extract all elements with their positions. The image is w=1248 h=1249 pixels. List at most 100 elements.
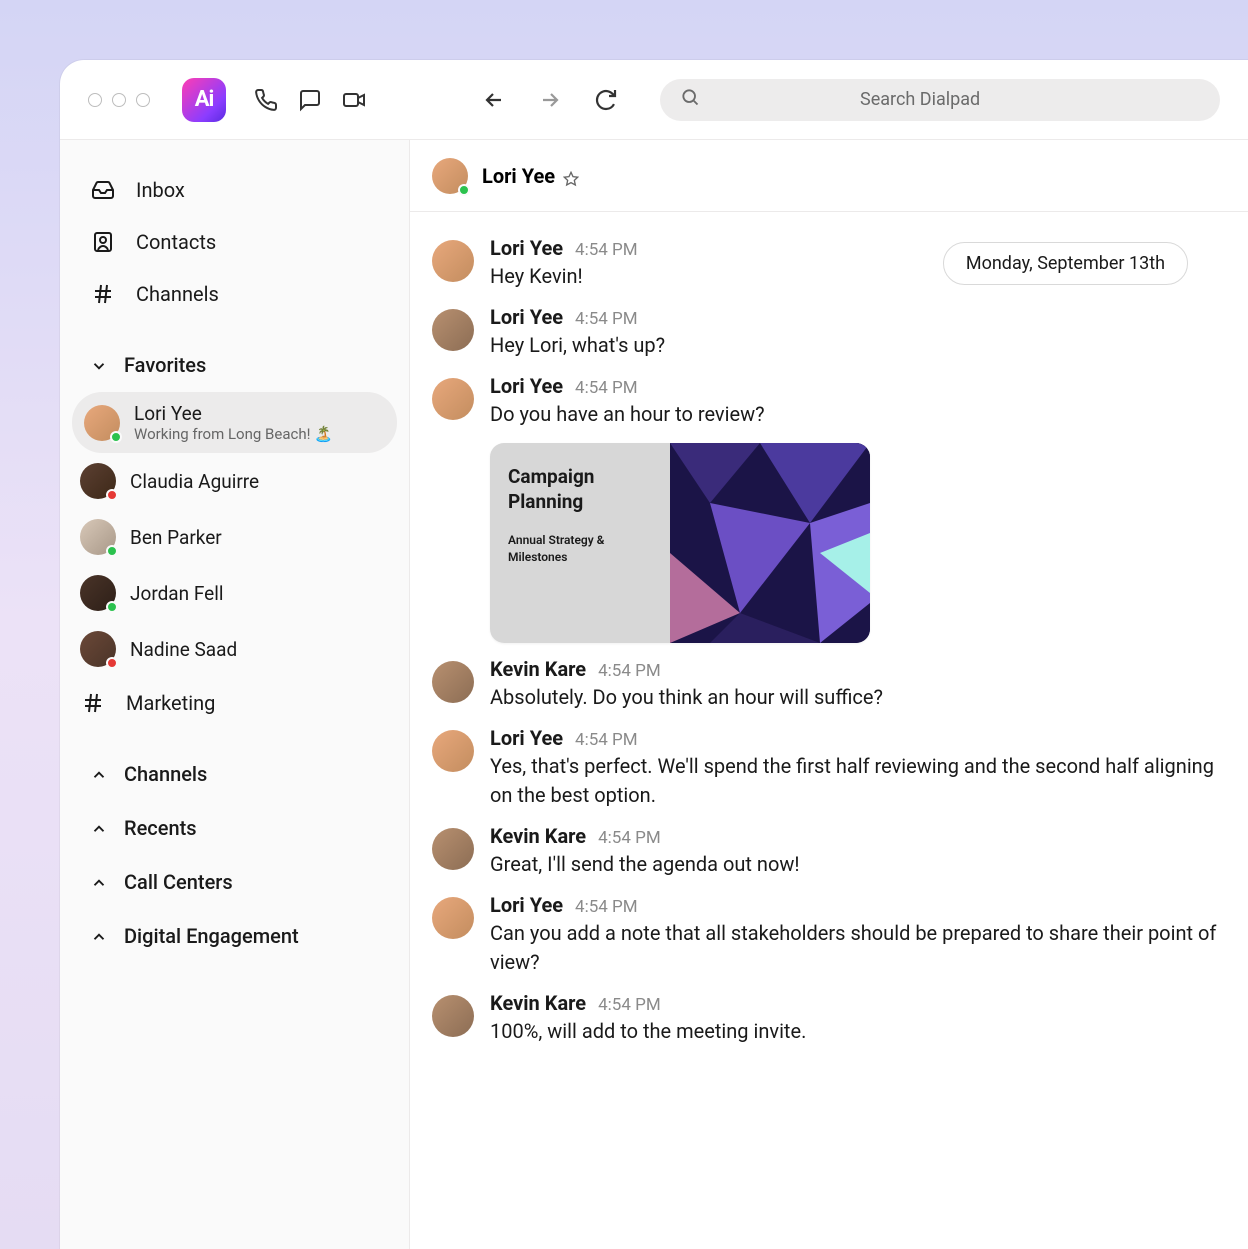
message-body: Kevin Kare 4:54 PM 100%, will add to the … — [490, 991, 1226, 1046]
minimize-dot[interactable] — [112, 93, 126, 107]
window-controls — [88, 93, 150, 107]
attachment-card[interactable]: Campaign Planning Annual Strategy & Mile… — [490, 443, 870, 643]
reload-icon[interactable] — [592, 86, 620, 114]
search-placeholder: Search Dialpad — [860, 89, 980, 110]
chevron-up-icon — [90, 819, 108, 837]
nav-icons — [480, 86, 620, 114]
message-text: 100%, will add to the meeting invite. — [490, 1017, 1226, 1046]
attachment-subtitle: Annual Strategy & Milestones — [508, 532, 652, 566]
message-time: 4:54 PM — [575, 309, 638, 329]
section-label: Favorites — [124, 353, 206, 377]
message-author: Kevin Kare — [490, 991, 586, 1015]
section-digital-engagement[interactable]: Digital Engagement — [60, 909, 409, 963]
message-body: Lori Yee4:54 PM Do you have an hour to r… — [490, 374, 1226, 643]
chevron-up-icon — [90, 765, 108, 783]
favorite-ben-parker[interactable]: Ben Parker — [60, 509, 409, 565]
section-channels[interactable]: Channels — [60, 747, 409, 801]
avatar — [80, 519, 116, 555]
favorite-name: Nadine Saad — [130, 638, 237, 661]
message: Lori Yee4:54 PM Hey Lori, what's up? — [432, 305, 1226, 360]
message: Kevin Kare 4:54 PM 100%, will add to the … — [432, 991, 1226, 1046]
message-author: Lori Yee — [490, 374, 563, 398]
conversation-body[interactable]: Monday, September 13th Lori Yee4:54 PM H… — [410, 212, 1248, 1249]
chevron-down-icon — [90, 356, 108, 374]
section-label: Digital Engagement — [124, 924, 299, 948]
message-author: Lori Yee — [490, 726, 563, 750]
message-time: 4:54 PM — [575, 730, 638, 750]
video-icon[interactable] — [340, 86, 368, 114]
contacts-icon — [90, 229, 116, 255]
search-bar[interactable]: Search Dialpad — [660, 79, 1220, 121]
hash-icon — [90, 281, 116, 307]
body-split: Inbox Contacts Channels Favorites — [60, 140, 1248, 1249]
avatar — [432, 309, 474, 351]
message-time: 4:54 PM — [575, 240, 638, 260]
section-label: Channels — [124, 762, 207, 786]
message-icon[interactable] — [296, 86, 324, 114]
favorite-claudia-aguirre[interactable]: Claudia Aguirre — [60, 453, 409, 509]
date-pill: Monday, September 13th — [943, 242, 1188, 285]
sidebar-label: Inbox — [136, 178, 185, 202]
favorite-name: Ben Parker — [130, 526, 222, 549]
message-body: Lori Yee4:54 PM Hey Lori, what's up? — [490, 305, 1226, 360]
conversation-header: Lori Yee — [410, 140, 1248, 212]
conversation-title: Lori Yee — [482, 164, 579, 188]
star-icon[interactable] — [563, 168, 579, 184]
avatar — [432, 828, 474, 870]
message-time: 4:54 PM — [598, 661, 661, 681]
favorite-status: Working from Long Beach! 🏝️ — [134, 425, 333, 443]
favorite-nadine-saad[interactable]: Nadine Saad — [60, 621, 409, 677]
message-author: Lori Yee — [490, 893, 563, 917]
presence-indicator — [106, 657, 118, 669]
presence-indicator — [106, 489, 118, 501]
message-text: Yes, that's perfect. We'll spend the fir… — [490, 752, 1226, 810]
favorite-jordan-fell[interactable]: Jordan Fell — [60, 565, 409, 621]
avatar — [84, 405, 120, 441]
message-body: Lori Yee4:54 PM Can you add a note that … — [490, 893, 1226, 977]
titlebar: Ai Search Dialpad — [60, 60, 1248, 140]
chevron-up-icon — [90, 873, 108, 891]
favorite-lori-yee[interactable]: Lori Yee Working from Long Beach! 🏝️ — [72, 392, 397, 453]
phone-icon[interactable] — [252, 86, 280, 114]
attachment-left: Campaign Planning Annual Strategy & Mile… — [490, 443, 670, 643]
sidebar-item-contacts[interactable]: Contacts — [60, 216, 409, 268]
app-logo: Ai — [182, 78, 226, 122]
favorite-text: Lori Yee Working from Long Beach! 🏝️ — [134, 402, 333, 443]
section-recents[interactable]: Recents — [60, 801, 409, 855]
message-body: Lori Yee 4:54 PM Yes, that's perfect. We'… — [490, 726, 1226, 810]
app-window: Ai Search Dialpad — [60, 60, 1248, 1249]
avatar — [80, 463, 116, 499]
message-author: Lori Yee — [490, 236, 563, 260]
message: Kevin Kare4:54 PM Great, I'll send the a… — [432, 824, 1226, 879]
conversation-title-text: Lori Yee — [482, 164, 555, 188]
favorite-marketing-channel[interactable]: Marketing — [60, 677, 409, 729]
section-label: Call Centers — [124, 870, 233, 894]
message-author: Kevin Kare — [490, 824, 586, 848]
forward-icon[interactable] — [536, 86, 564, 114]
favorite-name: Marketing — [126, 691, 215, 715]
avatar — [80, 631, 116, 667]
maximize-dot[interactable] — [136, 93, 150, 107]
section-call-centers[interactable]: Call Centers — [60, 855, 409, 909]
presence-indicator — [110, 431, 122, 443]
section-favorites[interactable]: Favorites — [60, 338, 409, 392]
message-text: Great, I'll send the agenda out now! — [490, 850, 1226, 879]
presence-indicator — [106, 601, 118, 613]
favorite-name: Jordan Fell — [130, 582, 223, 605]
message-text: Absolutely. Do you think an hour will su… — [490, 683, 1226, 712]
avatar — [432, 240, 474, 282]
sidebar-item-inbox[interactable]: Inbox — [60, 164, 409, 216]
presence-indicator — [458, 184, 470, 196]
sidebar-item-channels[interactable]: Channels — [60, 268, 409, 320]
message: Kevin Kare4:54 PM Absolutely. Do you thi… — [432, 657, 1226, 712]
section-label: Recents — [124, 816, 197, 840]
back-icon[interactable] — [480, 86, 508, 114]
sidebar: Inbox Contacts Channels Favorites — [60, 140, 410, 1249]
avatar — [432, 661, 474, 703]
message-time: 4:54 PM — [575, 897, 638, 917]
avatar — [432, 897, 474, 939]
chevron-up-icon — [90, 927, 108, 945]
close-dot[interactable] — [88, 93, 102, 107]
message-time: 4:54 PM — [598, 995, 661, 1015]
attachment-title: Campaign Planning — [508, 465, 652, 514]
